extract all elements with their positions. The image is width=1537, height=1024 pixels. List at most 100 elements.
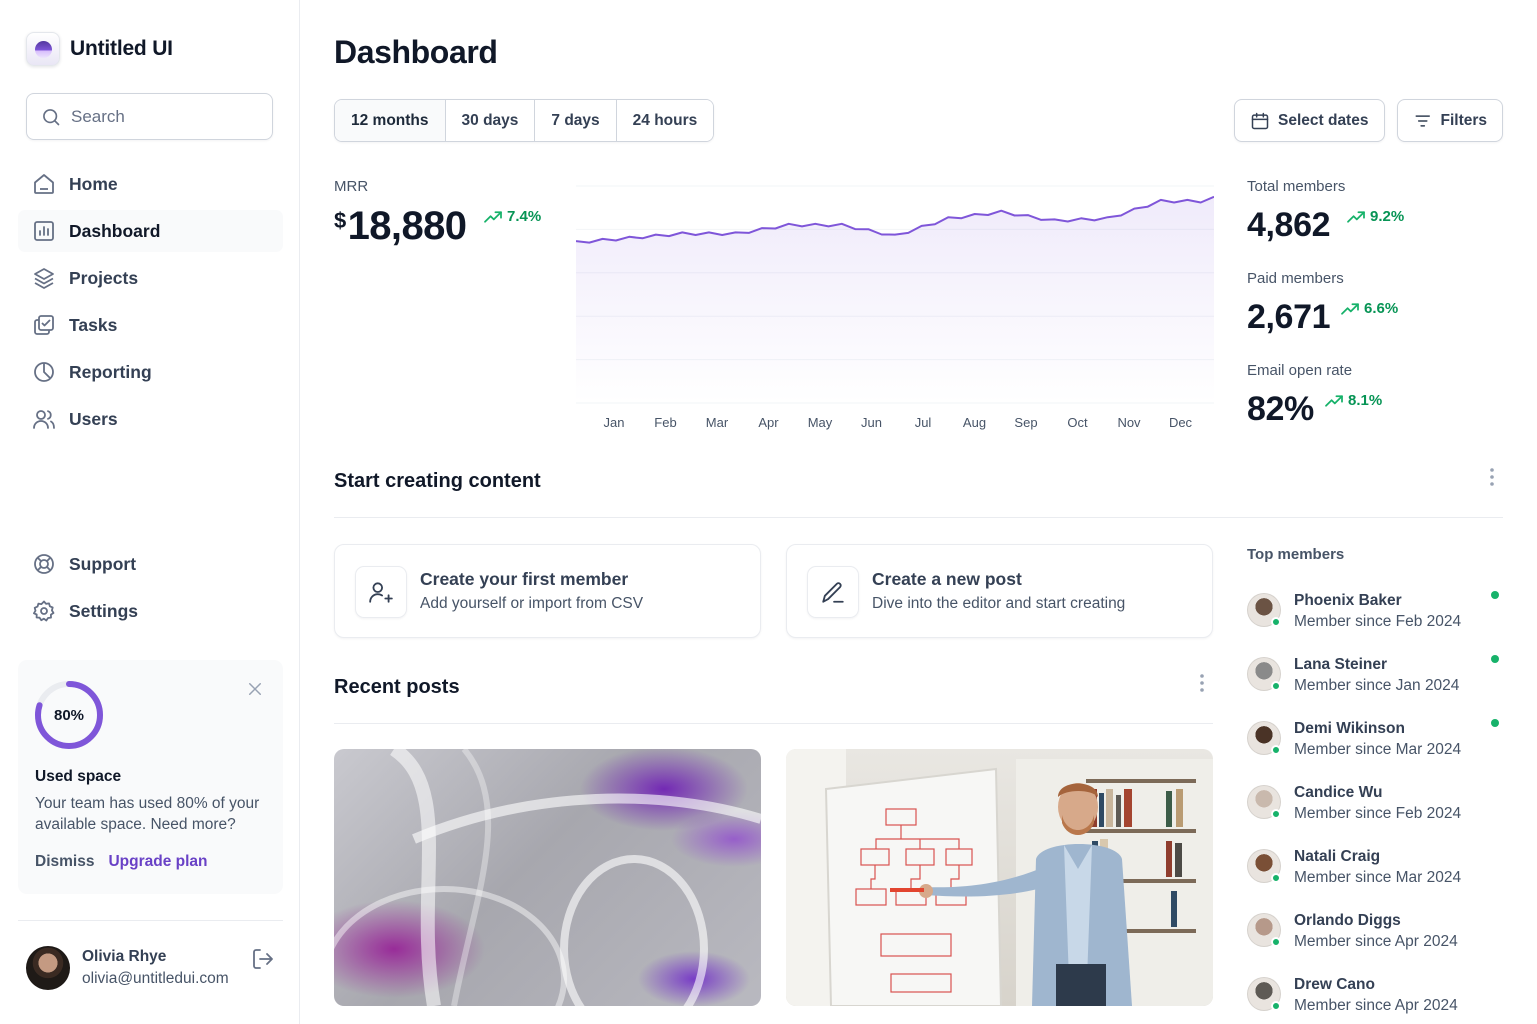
x-tick-label: Mar (706, 415, 729, 430)
more-vertical-icon[interactable] (1482, 465, 1502, 489)
logout-icon[interactable] (251, 947, 275, 971)
pie-chart-icon (31, 359, 57, 385)
check-square-icon (31, 312, 57, 338)
x-tick-label: Feb (654, 415, 676, 430)
stat-value-total-members: 4,862 (1247, 206, 1331, 244)
member-since: Member since Feb 2024 (1294, 805, 1462, 822)
tab-24-hours[interactable]: 24 hours (616, 100, 714, 141)
layers-icon (31, 265, 57, 291)
sidebar-item-home[interactable]: Home (18, 163, 283, 205)
top-members-title: Top members (1247, 546, 1345, 563)
sidebar-item-tasks[interactable]: Tasks (18, 304, 283, 346)
select-dates-label: Select dates (1278, 111, 1369, 129)
sidebar-item-projects[interactable]: Projects (18, 257, 283, 299)
filter-lines-icon (1415, 114, 1430, 127)
member-row[interactable]: Drew Cano Member since Apr 2024 (1247, 975, 1505, 1024)
member-since: Member since Feb 2024 (1294, 613, 1462, 630)
divider (334, 517, 1503, 518)
action-subtitle: Add yourself or import from CSV (420, 595, 644, 612)
sidebar-item-support[interactable]: Support (18, 543, 283, 585)
more-vertical-icon[interactable] (1192, 671, 1212, 695)
tab-30-days[interactable]: 30 days (445, 100, 536, 141)
stat-label-email-open-rate: Email open rate (1247, 362, 1353, 379)
sidebar-item-settings[interactable]: Settings (18, 590, 283, 632)
dismiss-button[interactable]: Dismiss (35, 853, 94, 871)
sidebar-item-users[interactable]: Users (18, 398, 283, 440)
action-title: Create your first member (420, 569, 629, 589)
sidebar-item-label: Users (69, 408, 118, 429)
mrr-chart: Jan Feb Mar Apr May Jun Jul Aug Sep Oct Nov Dec (576, 185, 1214, 430)
select-dates-button[interactable]: Select dates (1234, 99, 1385, 142)
action-title: Create a new post (872, 569, 1022, 589)
date-range-tabs: 12 months 30 days 7 days 24 hours (334, 99, 715, 142)
x-tick-label: Aug (963, 415, 986, 430)
avatar[interactable] (26, 946, 70, 990)
recent-posts-title: Recent posts (334, 676, 460, 698)
create-post-card[interactable]: Create a new post Dive into the editor a… (786, 544, 1213, 638)
member-since: Member since Apr 2024 (1294, 997, 1458, 1014)
upgrade-plan-button[interactable]: Upgrade plan (108, 853, 207, 871)
create-member-card[interactable]: Create your first member Add yourself or… (334, 544, 761, 638)
action-subtitle: Dive into the editor and start creating (872, 595, 1126, 612)
x-tick-label: Oct (1067, 415, 1088, 430)
mrr-label: MRR (334, 178, 369, 195)
sidebar-item-reporting[interactable]: Reporting (18, 351, 283, 393)
users-icon (31, 406, 57, 432)
trend-up-icon (484, 210, 502, 223)
home-icon (31, 171, 57, 197)
trend-value: 7.4% (507, 208, 542, 225)
member-since: Member since Jan 2024 (1294, 677, 1460, 694)
member-row[interactable]: Candice Wu Member since Feb 2024 (1247, 783, 1505, 833)
tab-7-days[interactable]: 7 days (535, 100, 617, 141)
search-icon (43, 108, 60, 125)
active-dot (1491, 719, 1499, 727)
x-tick-label: Jun (861, 415, 882, 430)
usage-actions: Dismiss Upgrade plan (35, 853, 208, 871)
pen-icon (807, 566, 859, 618)
sidebar-item-label: Tasks (69, 314, 118, 335)
member-since: Member since Apr 2024 (1294, 933, 1458, 950)
stat-value-paid-members: 2,671 (1247, 298, 1331, 336)
stat-trend-paid-members: 6.6% (1340, 300, 1398, 317)
sidebar-item-dashboard[interactable]: Dashboard (18, 210, 283, 252)
search-box[interactable] (26, 93, 273, 140)
currency-symbol: $ (334, 208, 346, 233)
x-tick-label: Apr (758, 415, 779, 430)
online-status-indicator (1271, 681, 1281, 691)
member-name: Drew Cano (1294, 976, 1375, 993)
x-tick-label: Dec (1169, 415, 1193, 430)
logo-icon (26, 32, 60, 66)
close-icon[interactable] (243, 677, 267, 701)
member-row[interactable]: Orlando Diggs Member since Apr 2024 (1247, 911, 1505, 961)
active-dot (1491, 591, 1499, 599)
member-row[interactable]: Demi Wikinson Member since Mar 2024 (1247, 719, 1505, 769)
main-nav: Home Dashboard Projects Tasks Reporting (18, 163, 283, 445)
trend-value: 8.1% (1348, 392, 1383, 409)
member-name: Natali Craig (1294, 848, 1381, 865)
page-title: Dashboard (334, 34, 498, 70)
x-tick-label: Jan (604, 415, 625, 430)
filters-button[interactable]: Filters (1397, 99, 1503, 142)
filters-label: Filters (1440, 111, 1487, 129)
member-row[interactable]: Lana Steiner Member since Jan 2024 (1247, 655, 1505, 705)
member-row[interactable]: Natali Craig Member since Mar 2024 (1247, 847, 1505, 897)
life-buoy-icon (31, 551, 57, 577)
tab-12-months[interactable]: 12 months (335, 100, 446, 141)
mrr-amount: 18,880 (347, 204, 467, 248)
post-image-abstract[interactable] (334, 749, 761, 1006)
member-name: Candice Wu (1294, 784, 1383, 801)
stat-value-email-open-rate: 82% (1247, 390, 1314, 428)
x-tick-label: May (808, 415, 833, 430)
brand[interactable]: Untitled UI (26, 32, 173, 66)
start-content-title: Start creating content (334, 470, 541, 492)
post-image-office[interactable] (786, 749, 1213, 1006)
settings-icon (31, 598, 57, 624)
bar-chart-icon (31, 218, 57, 244)
search-input[interactable] (71, 106, 261, 127)
sidebar: Untitled UI Home Dashboard Projects (0, 0, 300, 1024)
mrr-trend: 7.4% (483, 208, 541, 225)
divider (334, 723, 1213, 724)
usage-percent: 80% (53, 706, 85, 724)
online-status-indicator (1271, 745, 1281, 755)
member-row[interactable]: Phoenix Baker Member since Feb 2024 (1247, 591, 1505, 641)
